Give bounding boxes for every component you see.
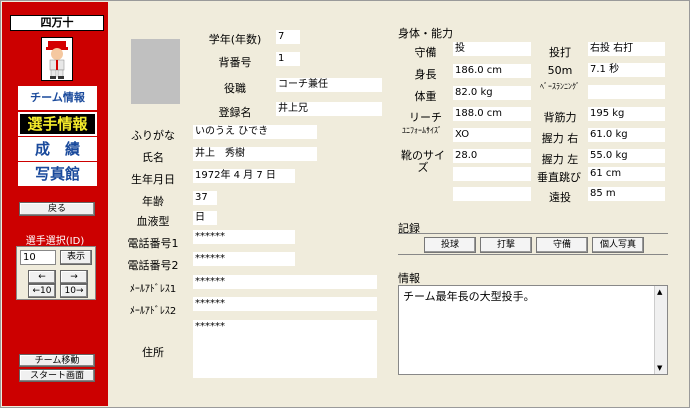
info-textarea[interactable]: チーム最年長の大型投手。 ▲ ▼ bbox=[398, 285, 668, 375]
grade-field[interactable]: 7 bbox=[276, 30, 300, 44]
blood-field[interactable]: 日 bbox=[193, 211, 217, 225]
number-field[interactable]: 1 bbox=[276, 52, 300, 66]
height-label: 身長 bbox=[414, 68, 437, 81]
birthday-label: 生年月日 bbox=[131, 173, 175, 186]
back-button[interactable]: 戻る bbox=[19, 202, 95, 216]
bats-field[interactable]: 右投 右打 bbox=[588, 42, 665, 56]
address-field[interactable]: ****** bbox=[193, 320, 377, 378]
run50-label: 50m bbox=[547, 64, 573, 77]
reach-label: リーチ bbox=[409, 111, 442, 124]
nav-player-info-button[interactable]: 選手情報 bbox=[18, 112, 97, 136]
position-field[interactable]: 投 bbox=[453, 42, 531, 56]
personal-photo-button[interactable]: 個人写真 bbox=[592, 237, 644, 253]
throw-distance-field[interactable]: 85 m bbox=[588, 187, 665, 201]
nav-photo-gallery-button[interactable]: 写真館 bbox=[18, 162, 97, 186]
batting-button[interactable]: 打撃 bbox=[480, 237, 532, 253]
vertical-jump-label: 垂直跳び bbox=[537, 171, 581, 184]
address-label: 住所 bbox=[142, 346, 164, 359]
uniform-field[interactable]: XO bbox=[453, 128, 531, 142]
grade-label: 学年(年数) bbox=[208, 33, 262, 46]
mail1-field[interactable]: ****** bbox=[193, 275, 377, 289]
team-name: 四万十 bbox=[10, 15, 104, 31]
name-label: 氏名 bbox=[142, 151, 164, 164]
mail2-label: ﾒｰﾙｱﾄﾞﾚｽ2 bbox=[129, 306, 177, 317]
grip-left-field[interactable]: 55.0 kg bbox=[588, 149, 665, 163]
phone2-field[interactable]: ****** bbox=[193, 252, 295, 266]
phone2-label: 電話番号2 bbox=[127, 259, 179, 272]
age-label: 年齢 bbox=[142, 195, 164, 208]
run50-field[interactable]: 7.1 秒 bbox=[588, 63, 665, 77]
vertical-jump-field[interactable]: 61 cm bbox=[588, 167, 665, 181]
furigana-field[interactable]: いのうえ ひでき bbox=[193, 125, 317, 139]
position-label: 守備 bbox=[414, 46, 437, 59]
weight-field[interactable]: 82.0 kg bbox=[453, 86, 531, 100]
scroll-up-icon[interactable]: ▲ bbox=[657, 288, 662, 296]
weight-label: 体重 bbox=[414, 90, 437, 103]
name-field[interactable]: 井上 秀樹 bbox=[193, 147, 317, 161]
body-section-title: 身体・能力 bbox=[398, 27, 453, 40]
shoe-size-field[interactable]: 28.0 bbox=[453, 149, 531, 163]
player-photo bbox=[131, 39, 180, 104]
grip-right-label: 握力 右 bbox=[541, 132, 579, 145]
base-running-field[interactable] bbox=[588, 85, 665, 99]
phone1-field[interactable]: ****** bbox=[193, 230, 295, 244]
grip-left-label: 握力 左 bbox=[541, 153, 579, 166]
uniform-label: ﾕﾆﾌｫｰﾑｻｲｽﾞ bbox=[402, 126, 442, 135]
age-field[interactable]: 37 bbox=[193, 191, 217, 205]
reg-name-label: 登録名 bbox=[218, 106, 252, 119]
info-section-title: 情報 bbox=[398, 272, 420, 285]
show-button[interactable]: 表示 bbox=[60, 250, 92, 265]
throw-distance-label: 遠投 bbox=[549, 191, 571, 204]
pitching-button[interactable]: 投球 bbox=[424, 237, 476, 253]
role-field[interactable]: コーチ兼任 bbox=[276, 78, 382, 92]
grip-right-field[interactable]: 61.0 kg bbox=[588, 128, 665, 142]
mail1-label: ﾒｰﾙｱﾄﾞﾚｽ1 bbox=[129, 284, 177, 295]
start-screen-button[interactable]: スタート画面 bbox=[19, 369, 95, 382]
phone1-label: 電話番号1 bbox=[127, 237, 179, 250]
bats-label: 投打 bbox=[549, 46, 571, 59]
next-button[interactable]: → bbox=[60, 270, 88, 284]
scroll-down-icon[interactable]: ▼ bbox=[657, 364, 662, 372]
info-scrollbar[interactable]: ▲ ▼ bbox=[654, 286, 667, 374]
prev-button[interactable]: ← bbox=[28, 270, 56, 284]
height-field[interactable]: 186.0 cm bbox=[453, 64, 531, 78]
team-logo-icon bbox=[41, 37, 73, 81]
blood-label: 血液型 bbox=[136, 215, 170, 228]
back-strength-field[interactable]: 195 kg bbox=[588, 107, 665, 121]
player-select-label: 選手選択(ID) bbox=[25, 236, 85, 247]
birthday-field[interactable]: 1972年 4 月 7 日 bbox=[193, 169, 295, 183]
info-text: チーム最年長の大型投手。 bbox=[403, 290, 535, 303]
nav-team-info-button[interactable]: チーム情報 bbox=[18, 86, 97, 110]
reach-field[interactable]: 188.0 cm bbox=[453, 107, 531, 121]
team-move-button[interactable]: チーム移動 bbox=[19, 354, 95, 367]
blank-field-1[interactable] bbox=[453, 167, 531, 181]
base-running-label: ﾍﾞｰｽﾗﾝﾆﾝｸﾞ bbox=[540, 82, 580, 91]
back-strength-label: 背筋力 bbox=[543, 111, 577, 124]
role-label: 役職 bbox=[224, 82, 246, 95]
nav-results-button[interactable]: 成 績 bbox=[18, 137, 97, 161]
furigana-label: ふりがな bbox=[131, 129, 175, 142]
fielding-button[interactable]: 守備 bbox=[536, 237, 588, 253]
reg-name-field[interactable]: 井上兄 bbox=[276, 102, 382, 116]
player-id-input[interactable]: 10 bbox=[20, 250, 56, 265]
next10-button[interactable]: 10→ bbox=[60, 284, 88, 298]
prev10-button[interactable]: ←10 bbox=[28, 284, 56, 298]
shoe-size-label: 靴のサイズ bbox=[401, 149, 445, 174]
blank-field-2[interactable] bbox=[453, 187, 531, 201]
mail2-field[interactable]: ****** bbox=[193, 297, 377, 311]
number-label: 背番号 bbox=[218, 56, 252, 69]
